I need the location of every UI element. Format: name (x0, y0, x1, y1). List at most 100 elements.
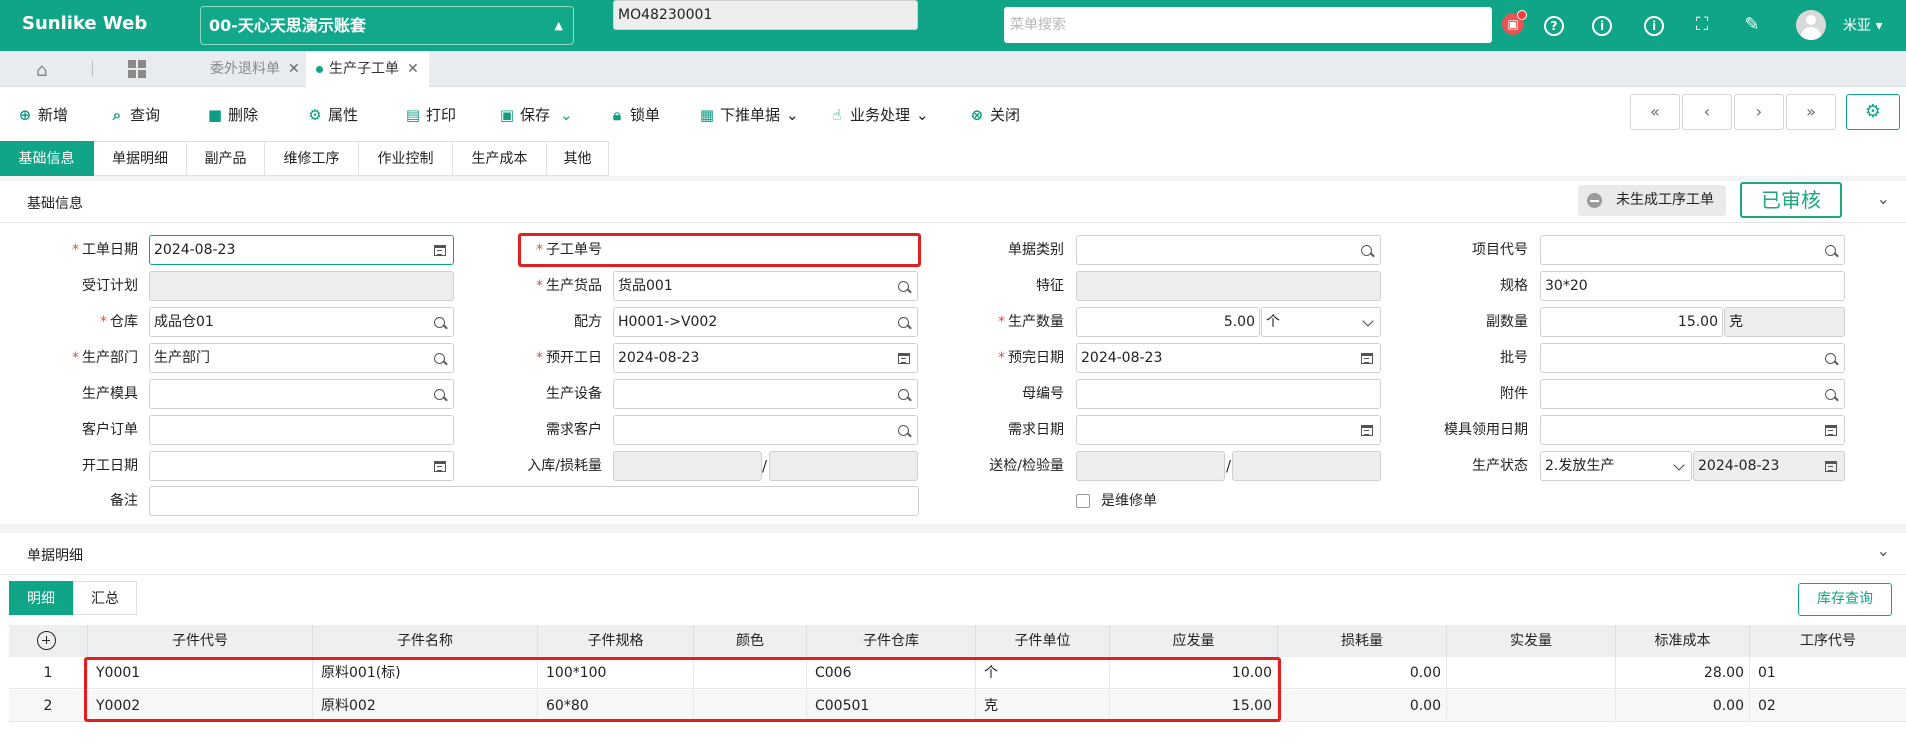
remark-input[interactable] (149, 486, 919, 516)
calendar-icon[interactable] (1825, 425, 1837, 436)
start-date-input[interactable] (149, 451, 454, 481)
col-name[interactable]: 子件名称 (313, 625, 538, 657)
qty-input[interactable]: 5.00 (1076, 307, 1260, 337)
cell-actual[interactable] (1447, 657, 1616, 689)
col-code[interactable]: 子件代号 (88, 625, 313, 657)
last-record-button[interactable]: » (1786, 94, 1836, 130)
settings-button[interactable]: ⚙ (1846, 94, 1900, 130)
search-icon[interactable] (434, 317, 445, 328)
close-button[interactable]: ⊗ 关闭 (968, 103, 1020, 127)
qty-unit-select[interactable]: 个 (1261, 307, 1381, 337)
warehouse-input[interactable]: 成品仓01 (149, 307, 454, 337)
info-icon[interactable]: i (1589, 12, 1615, 38)
equipment-input[interactable] (613, 379, 918, 409)
calendar-icon[interactable] (898, 353, 910, 364)
col-op[interactable]: 工序代号 (1750, 625, 1906, 657)
calendar-icon[interactable] (434, 245, 446, 256)
demand-date-input[interactable] (1076, 415, 1381, 445)
stock-query-button[interactable]: 库存查询 (1798, 583, 1892, 616)
user-menu[interactable]: 米亚 ▾ (1843, 15, 1882, 35)
prev-record-button[interactable]: ‹ (1682, 94, 1732, 130)
chevron-down-icon[interactable]: ⌄ (1877, 189, 1890, 208)
plan-finish-input[interactable]: 2024-08-23 (1076, 343, 1381, 373)
loss-qty-input[interactable] (769, 451, 918, 481)
account-selector[interactable]: 00-天心天思演示账套 ▲ (200, 6, 574, 45)
col-cost[interactable]: 标准成本 (1616, 625, 1750, 657)
parent-no-input[interactable] (1076, 379, 1381, 409)
prod-status-date[interactable]: 2024-08-23 (1693, 451, 1845, 481)
props-button[interactable]: ⚙ 属性 (306, 103, 358, 127)
cell-loss[interactable]: 0.00 (1278, 690, 1447, 722)
search-icon[interactable] (1825, 389, 1836, 400)
customer-order-input[interactable] (149, 415, 454, 445)
search-icon[interactable] (1825, 353, 1836, 364)
order-date-input[interactable]: 2024-08-23 (149, 235, 454, 265)
delete-button[interactable]: ■ 删除 (206, 103, 258, 127)
col-spec[interactable]: 子件规格 (538, 625, 694, 657)
col-color[interactable]: 颜色 (694, 625, 807, 657)
mold-date-input[interactable] (1540, 415, 1845, 445)
new-button[interactable]: ⊕ 新增 (16, 103, 68, 127)
lock-button[interactable]: 🔒︎ 锁单 (608, 103, 660, 127)
demand-customer-input[interactable] (613, 415, 918, 445)
product-input[interactable]: 货品001 (613, 271, 918, 301)
calendar-icon[interactable] (1825, 461, 1837, 472)
doc-tab-return[interactable]: 委外退料单 ✕ (200, 51, 310, 87)
calendar-icon[interactable] (434, 461, 446, 472)
plan-input[interactable] (149, 271, 454, 301)
col-qty[interactable]: 应发量 (1110, 625, 1278, 657)
search-icon[interactable] (898, 389, 909, 400)
doc-type-input[interactable] (1076, 235, 1381, 265)
notice-icon[interactable]: ▣ (1502, 10, 1527, 35)
chevron-down-icon[interactable]: ⌄ (560, 106, 573, 124)
attachment-input[interactable] (1540, 379, 1845, 409)
calendar-icon[interactable] (1361, 353, 1373, 364)
col-warehouse[interactable]: 子件仓库 (807, 625, 976, 657)
cell-cost[interactable]: 0.00 (1616, 690, 1750, 722)
avatar[interactable] (1796, 10, 1826, 40)
in-qty-input[interactable] (613, 451, 762, 481)
print-button[interactable]: ▤ 打印 (404, 103, 456, 127)
search-icon[interactable] (434, 389, 445, 400)
tab-detail-rows[interactable]: 明细 (9, 581, 73, 615)
sub-qty-input[interactable]: 15.00 (1540, 307, 1723, 337)
repair-checkbox[interactable] (1076, 494, 1090, 508)
mold-input[interactable] (149, 379, 454, 409)
tab-repair[interactable]: 维修工序 (265, 141, 359, 176)
plan-start-input[interactable]: 2024-08-23 (613, 343, 918, 373)
about-icon[interactable]: i (1641, 12, 1667, 38)
fullscreen-icon[interactable]: ⛶ (1689, 12, 1715, 38)
recipe-input[interactable]: H0001->V002 (613, 307, 918, 337)
home-icon[interactable]: ⌂ (36, 60, 47, 81)
col-actual[interactable]: 实发量 (1447, 625, 1616, 657)
help-icon[interactable]: ? (1541, 12, 1567, 38)
save-button[interactable]: ▣ 保存 ⌄ (498, 103, 573, 127)
batch-input[interactable] (1540, 343, 1845, 373)
clean-icon[interactable]: ✎ (1739, 12, 1765, 38)
project-input[interactable] (1540, 235, 1845, 265)
biz-button[interactable]: ☝ 业务处理 ⌄ (828, 103, 928, 127)
tab-summary[interactable]: 汇总 (73, 581, 137, 615)
close-icon[interactable]: ✕ (407, 61, 419, 77)
send-inspect-input[interactable] (1076, 451, 1225, 481)
add-circle-icon[interactable] (37, 631, 56, 650)
query-button[interactable]: ⌕ 查询 (108, 103, 160, 127)
search-icon[interactable] (898, 317, 909, 328)
sub-no-input[interactable]: MO48230001 (613, 0, 918, 30)
cell-op[interactable]: 01 (1750, 657, 1906, 689)
tab-other[interactable]: 其他 (547, 141, 609, 176)
tab-detail[interactable]: 单据明细 (94, 141, 187, 176)
search-icon[interactable] (898, 425, 909, 436)
prod-status-select[interactable]: 2.发放生产 (1540, 451, 1692, 481)
tab-control[interactable]: 作业控制 (359, 141, 453, 176)
feature-input[interactable] (1076, 271, 1381, 301)
add-row-cell[interactable] (9, 625, 88, 657)
menu-search-input[interactable]: 菜单搜索 (1004, 7, 1492, 43)
search-icon[interactable] (898, 281, 909, 292)
chevron-down-icon[interactable]: ⌄ (1877, 541, 1890, 560)
close-icon[interactable]: ✕ (288, 61, 300, 77)
tab-cost[interactable]: 生产成本 (453, 141, 547, 176)
push-button[interactable]: ▦ 下推单据 ⌄ (698, 103, 799, 127)
cell-loss[interactable]: 0.00 (1278, 657, 1447, 689)
grid-icon[interactable] (128, 60, 146, 78)
